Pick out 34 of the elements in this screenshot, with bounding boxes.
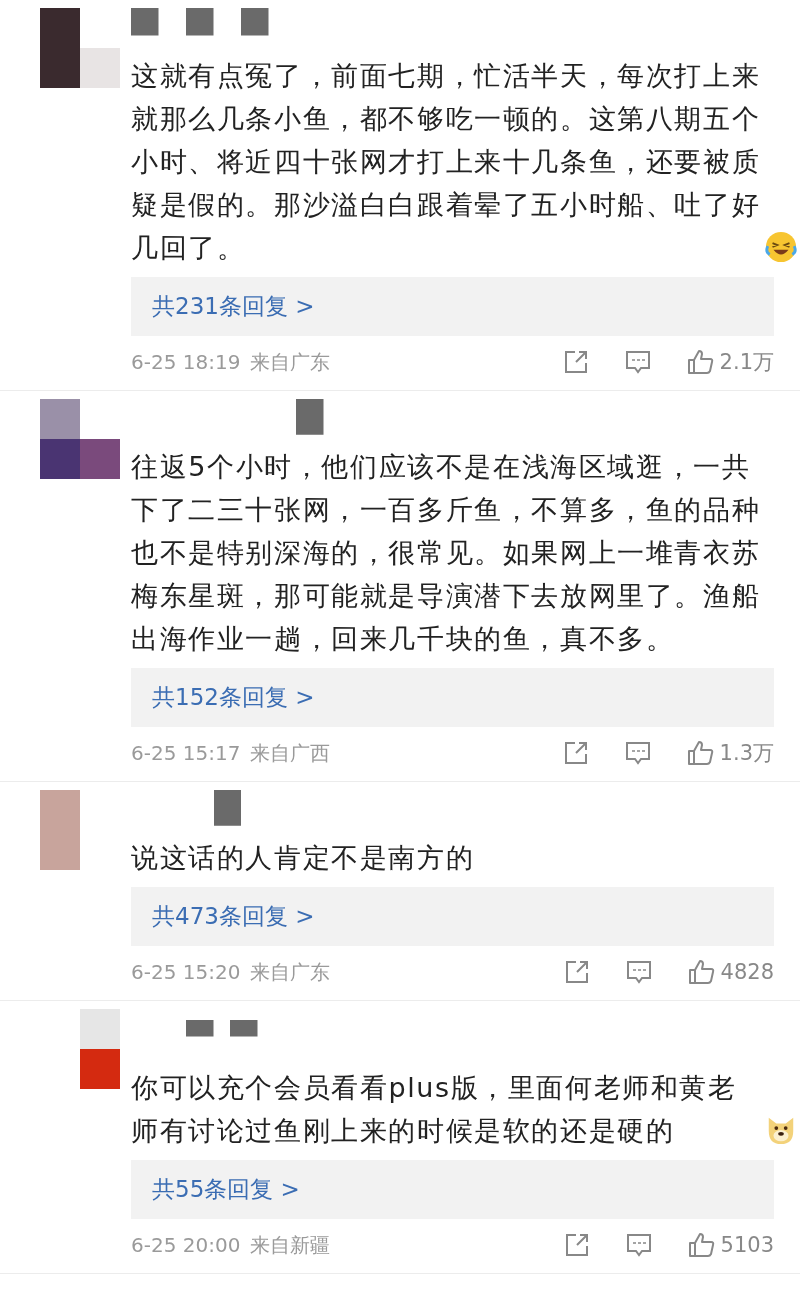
like-count: 4828 xyxy=(720,960,774,984)
comment-text: 说这话的人肯定不是南方的 xyxy=(131,841,476,875)
username-mosaic xyxy=(186,1020,258,1037)
comment-location: 来自广东 xyxy=(250,958,331,986)
comment-text: 往返5个小时，他们应该不是在浅海区域逛，一共下了二三十张网，一百多斤鱼，不算多，鱼的品种也不是特别深海的，很常见。如果网上一堆青衣苏梅东星斑，那可能就是导演潜下去放网里了。渔船出海作业一趟，回来几千块的鱼，真不多。 xyxy=(131,450,762,656)
avatar[interactable] xyxy=(40,8,120,88)
replies-link[interactable]: 共152条回复 > xyxy=(131,668,774,727)
thumbs-up-icon[interactable] xyxy=(686,1231,715,1259)
comment-time: 6-25 20:00 xyxy=(131,1233,241,1257)
replies-link[interactable]: 共231条回复 > xyxy=(131,277,774,336)
comment-icon[interactable] xyxy=(624,958,653,986)
comment-location: 来自广东 xyxy=(250,348,331,376)
like-count: 1.3万 xyxy=(719,740,774,767)
thumbs-up-icon[interactable] xyxy=(685,348,714,376)
like-count: 5103 xyxy=(720,1233,774,1257)
comment-time: 6-25 15:20 xyxy=(131,960,241,984)
thumbs-up-icon[interactable] xyxy=(685,739,714,767)
thumbs-up-icon[interactable] xyxy=(686,958,715,986)
comment-text: 这就有点冤了，前面七期，忙活半天，每次打上来就那么几条小鱼，都不够吃一顿的。这第八期五个小时、将近四十张网才打上来十几条鱼，还要被质疑是假的。那沙溢白白跟着晕了五小时船、吐了好几回了。 xyxy=(131,59,762,265)
like-count: 2.1万 xyxy=(719,349,774,376)
laughing-emoji-icon xyxy=(765,231,797,263)
comment-location: 来自新疆 xyxy=(250,1231,331,1259)
comment-icon[interactable] xyxy=(623,348,652,376)
avatar[interactable] xyxy=(40,399,120,479)
username-mosaic xyxy=(296,399,324,435)
comment-icon[interactable] xyxy=(624,1231,653,1259)
replies-link[interactable]: 共55条回复 > xyxy=(131,1160,774,1219)
username-mosaic xyxy=(213,790,241,826)
comment-time: 6-25 18:19 xyxy=(131,350,241,374)
comment-text: 你可以充个会员看看plus版，里面何老师和黄老师有讨论过鱼刚上来的时候是软的还是硬的 xyxy=(131,1071,738,1148)
replies-link[interactable]: 共473条回复 > xyxy=(131,887,774,946)
comment-location: 来自广西 xyxy=(250,739,331,767)
comment-icon[interactable] xyxy=(623,739,652,767)
comment-time: 6-25 15:17 xyxy=(131,741,241,765)
